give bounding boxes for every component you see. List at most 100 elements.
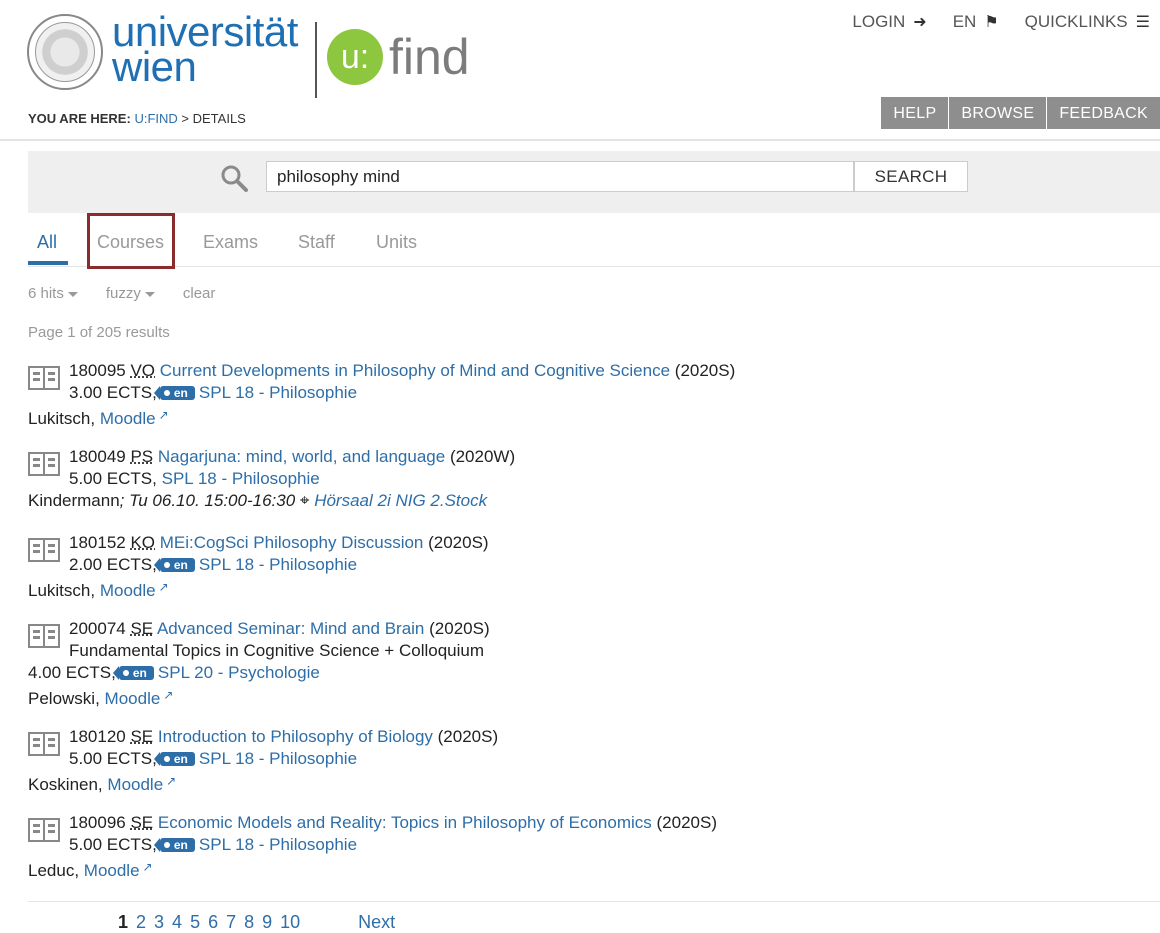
page-link[interactable]: 6 bbox=[208, 912, 218, 933]
spl-link[interactable]: SPL 18 - Philosophie bbox=[162, 469, 320, 488]
course-title-link[interactable]: Nagarjuna: mind, world, and language bbox=[158, 447, 445, 466]
search-button[interactable]: SEARCH bbox=[854, 161, 968, 192]
breadcrumb-current: DETAILS bbox=[193, 111, 246, 126]
course-code: 180049 bbox=[69, 447, 126, 466]
location-link[interactable]: Hörsaal 2i NIG 2.Stock bbox=[314, 491, 487, 510]
pagination-divider bbox=[28, 901, 1160, 902]
course-type: SE bbox=[130, 813, 153, 832]
page-link[interactable]: 7 bbox=[226, 912, 236, 933]
page-link[interactable]: 9 bbox=[262, 912, 272, 933]
course-semester: (2020S) bbox=[675, 361, 735, 380]
book-icon bbox=[28, 366, 60, 390]
course-semester: (2020S) bbox=[429, 619, 489, 638]
page-1: 1 bbox=[118, 912, 128, 933]
page-link[interactable]: 3 bbox=[154, 912, 164, 933]
external-link-icon: ↗ bbox=[159, 580, 169, 594]
hits-dropdown[interactable]: 6 hits bbox=[28, 285, 78, 302]
tab-staff[interactable]: Staff bbox=[298, 232, 335, 253]
tab-units[interactable]: Units bbox=[376, 232, 417, 253]
tab-exams[interactable]: Exams bbox=[203, 232, 258, 253]
course-title-link[interactable]: Current Developments in Philosophy of Mi… bbox=[160, 361, 670, 380]
page-link[interactable]: 5 bbox=[190, 912, 200, 933]
page-link[interactable]: 4 bbox=[172, 912, 182, 933]
moodle-link[interactable]: Moodle bbox=[100, 409, 156, 428]
top-navigation: LOGIN ➜ EN ⚑ QUICKLINKS ☰ bbox=[852, 12, 1150, 32]
search-icon[interactable] bbox=[220, 164, 248, 192]
page-link[interactable]: 8 bbox=[244, 912, 254, 933]
page-info: Page 1 of 205 results bbox=[28, 324, 170, 341]
chevron-down-icon bbox=[68, 292, 78, 297]
book-icon bbox=[28, 818, 60, 842]
external-link-icon: ↗ bbox=[166, 774, 176, 788]
ufind-word: find bbox=[389, 28, 470, 86]
fuzzy-dropdown[interactable]: fuzzy bbox=[106, 285, 155, 302]
logo-divider bbox=[315, 22, 317, 98]
results-list: 180095 VO Current Developments in Philos… bbox=[28, 360, 1128, 898]
course-title-link[interactable]: MEi:CogSci Philosophy Discussion bbox=[160, 533, 424, 552]
moodle-link[interactable]: Moodle bbox=[107, 775, 163, 794]
spl-link[interactable]: SPL 18 - Philosophie bbox=[199, 555, 357, 574]
course-type: KO bbox=[130, 533, 155, 552]
page-link[interactable]: 10 bbox=[280, 912, 300, 933]
hits-label: 6 hits bbox=[28, 285, 64, 302]
breadcrumb-home-link[interactable]: U:FIND bbox=[134, 111, 177, 126]
page-link[interactable]: 2 bbox=[136, 912, 146, 933]
book-icon bbox=[28, 732, 60, 756]
course-title-link[interactable]: Introduction to Philosophy of Biology bbox=[158, 727, 433, 746]
lecturer: Pelowski, bbox=[28, 689, 100, 708]
course-subtitle: Fundamental Topics in Cognitive Science … bbox=[69, 641, 484, 660]
language-badge: en bbox=[160, 838, 195, 852]
language-badge: en bbox=[119, 666, 154, 680]
list-item: 180120 SE Introduction to Philosophy of … bbox=[28, 726, 1128, 812]
browse-button[interactable]: BROWSE bbox=[948, 97, 1046, 129]
login-label: LOGIN bbox=[852, 12, 905, 32]
spl-link[interactable]: SPL 18 - Philosophie bbox=[199, 383, 357, 402]
course-type: VO bbox=[130, 361, 155, 380]
search-bar: philosophy mind SEARCH bbox=[28, 151, 1160, 213]
flag-icon: ⚑ bbox=[984, 12, 998, 32]
help-button[interactable]: HELP bbox=[880, 97, 948, 129]
moodle-link[interactable]: Moodle bbox=[105, 689, 161, 708]
course-title-link[interactable]: Advanced Seminar: Mind and Brain bbox=[157, 619, 424, 638]
external-link-icon: ↗ bbox=[163, 688, 173, 702]
ufind-logo[interactable]: u: find bbox=[327, 24, 470, 90]
moodle-link[interactable]: Moodle bbox=[84, 861, 140, 880]
spl-link[interactable]: SPL 18 - Philosophie bbox=[199, 835, 357, 854]
list-item: 180095 VO Current Developments in Philos… bbox=[28, 360, 1128, 446]
lecturer: Koskinen, bbox=[28, 775, 103, 794]
course-ects: 5.00 ECTS, bbox=[69, 469, 157, 488]
universitaet-wien-logo[interactable]: universität wien bbox=[112, 14, 298, 84]
search-input[interactable]: philosophy mind bbox=[266, 161, 854, 192]
header-divider bbox=[0, 139, 1160, 141]
book-icon bbox=[28, 538, 60, 562]
course-code: 180120 bbox=[69, 727, 126, 746]
course-code: 200074 bbox=[69, 619, 126, 638]
book-icon bbox=[28, 624, 60, 648]
course-title-link[interactable]: Economic Models and Reality: Topics in P… bbox=[158, 813, 652, 832]
lecturer: Lukitsch, bbox=[28, 581, 95, 600]
result-tabs: All Courses Exams Staff Units bbox=[28, 222, 1160, 267]
spl-link[interactable]: SPL 20 - Psychologie bbox=[158, 663, 320, 682]
quicklinks-link[interactable]: QUICKLINKS ☰ bbox=[1025, 12, 1150, 32]
course-ects: 5.00 ECTS, bbox=[69, 749, 157, 768]
spl-link[interactable]: SPL 18 - Philosophie bbox=[199, 749, 357, 768]
external-link-icon: ↗ bbox=[143, 860, 153, 874]
menu-icon: ☰ bbox=[1136, 12, 1150, 32]
ufind-circle: u: bbox=[327, 29, 383, 85]
next-page-link[interactable]: Next bbox=[358, 912, 395, 933]
language-link[interactable]: EN ⚑ bbox=[953, 12, 999, 32]
university-seal-logo bbox=[27, 14, 103, 90]
filter-bar: 6 hits fuzzy clear bbox=[28, 285, 215, 302]
login-link[interactable]: LOGIN ➜ bbox=[852, 12, 926, 32]
course-code: 180096 bbox=[69, 813, 126, 832]
book-icon bbox=[28, 452, 60, 476]
tab-all[interactable]: All bbox=[37, 232, 57, 253]
feedback-button[interactable]: FEEDBACK bbox=[1046, 97, 1160, 129]
list-item: 180049 PS Nagarjuna: mind, world, and la… bbox=[28, 446, 1128, 532]
course-ects: 2.00 ECTS, bbox=[69, 555, 157, 574]
moodle-link[interactable]: Moodle bbox=[100, 581, 156, 600]
clear-link[interactable]: clear bbox=[183, 285, 216, 302]
course-type: SE bbox=[130, 727, 153, 746]
course-ects: 4.00 ECTS, bbox=[28, 663, 116, 682]
location-icon: ⌖ bbox=[300, 491, 310, 510]
